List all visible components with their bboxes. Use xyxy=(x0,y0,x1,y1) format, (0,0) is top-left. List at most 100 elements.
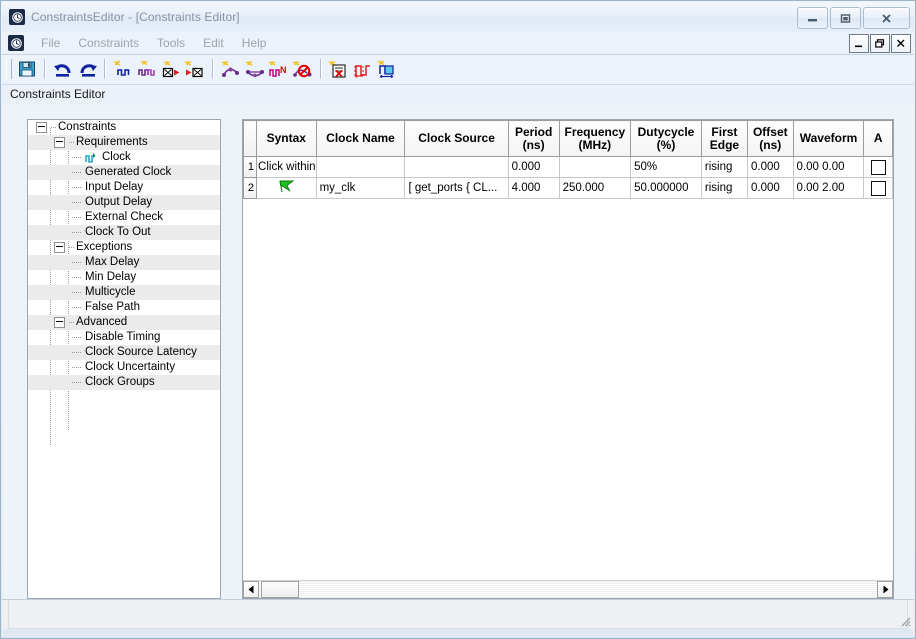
cell-clock-source[interactable]: [ get_ports { CL... xyxy=(405,178,508,199)
column-header-dutycycle[interactable]: Dutycycle(%) xyxy=(631,121,702,157)
cell-period[interactable]: 0.000 xyxy=(508,157,559,178)
tree-connector xyxy=(72,360,85,375)
cell-syntax[interactable] xyxy=(257,178,317,199)
cell-syntax[interactable]: Click within xyxy=(257,157,317,178)
cell-frequency[interactable] xyxy=(559,157,631,178)
tree-item-clock-uncertainty[interactable]: Clock Uncertainty xyxy=(28,360,220,375)
cell-offset[interactable]: 0.000 xyxy=(748,157,794,178)
set-clock-groups-button[interactable] xyxy=(375,57,399,81)
set-disable-timing-button[interactable] xyxy=(327,57,351,81)
cell-add-checkbox[interactable] xyxy=(864,157,893,178)
grid-corner-header[interactable] xyxy=(244,121,257,157)
column-header-period[interactable]: Period(ns) xyxy=(508,121,559,157)
create-clock-button[interactable] xyxy=(111,57,135,81)
cell-period[interactable]: 4.000 xyxy=(508,178,559,199)
set-input-delay-button[interactable] xyxy=(159,57,183,81)
clock-icon[interactable] xyxy=(8,35,24,51)
cell-offset[interactable]: 0.000 xyxy=(748,178,794,199)
col-unit: (MHz) xyxy=(579,138,612,152)
scrollbar-track[interactable] xyxy=(259,581,877,598)
tree-item-external-check[interactable]: External Check xyxy=(28,210,220,225)
set-multicycle-path-button[interactable]: N xyxy=(267,57,291,81)
tree-item-false-path[interactable]: False Path xyxy=(28,300,220,315)
cell-add-checkbox[interactable] xyxy=(864,178,893,199)
set-max-delay-button[interactable] xyxy=(219,57,243,81)
scroll-left-arrow[interactable] xyxy=(243,581,259,598)
checkbox-unchecked-icon[interactable] xyxy=(871,181,886,196)
tree-item-generated-clock[interactable]: Generated Clock xyxy=(28,165,220,180)
mdi-close-button[interactable] xyxy=(891,34,911,53)
tree-connector xyxy=(72,285,85,300)
column-header-first-edge[interactable]: FirstEdge xyxy=(701,121,747,157)
table-row[interactable]: 1Click within0.00050%rising0.0000.00 0.0… xyxy=(244,157,893,178)
cell-frequency[interactable]: 250.000 xyxy=(559,178,631,199)
tree-item-constraints[interactable]: Constraints xyxy=(28,120,220,135)
tree-item-max-delay[interactable]: Max Delay xyxy=(28,255,220,270)
resize-grip-icon[interactable] xyxy=(897,613,911,627)
tree-item-label: Max Delay xyxy=(85,255,139,270)
column-header-offset[interactable]: Offset(ns) xyxy=(748,121,794,157)
menu-item-help[interactable]: Help xyxy=(233,34,276,52)
cell-dutycycle[interactable]: 50% xyxy=(631,157,702,178)
menu-item-edit[interactable]: Edit xyxy=(194,34,233,52)
tree-expander-icon[interactable] xyxy=(54,242,65,253)
cell-first-edge[interactable]: rising xyxy=(701,157,747,178)
set-clock-uncertainty-button[interactable] xyxy=(351,57,375,81)
column-header-syntax[interactable]: Syntax xyxy=(257,121,317,157)
tree-item-advanced[interactable]: Advanced xyxy=(28,315,220,330)
tree-item-requirements[interactable]: Requirements xyxy=(28,135,220,150)
tree-item-label: Requirements xyxy=(76,135,148,150)
undo-button[interactable] xyxy=(51,57,75,81)
tree-item-input-delay[interactable]: Input Delay xyxy=(28,180,220,195)
mdi-minimize-button[interactable] xyxy=(849,34,869,53)
column-header-frequency[interactable]: Frequency(MHz) xyxy=(559,121,631,157)
minimize-button[interactable] xyxy=(797,7,828,29)
scroll-right-arrow[interactable] xyxy=(877,581,893,598)
tree-expander-icon[interactable] xyxy=(54,137,65,148)
set-output-delay-button[interactable] xyxy=(183,57,207,81)
tree-expander-icon[interactable] xyxy=(54,317,65,328)
tree-item-output-delay[interactable]: Output Delay xyxy=(28,195,220,210)
cell-waveform[interactable]: 0.00 2.00 xyxy=(793,178,864,199)
mdi-restore-button[interactable] xyxy=(870,34,890,53)
menu-item-tools[interactable]: Tools xyxy=(148,34,194,52)
row-header[interactable]: 2 xyxy=(244,178,257,199)
maximize-button[interactable] xyxy=(830,7,861,29)
tree-item-min-delay[interactable]: Min Delay xyxy=(28,270,220,285)
menu-item-file[interactable]: File xyxy=(32,34,69,52)
set-false-path-button[interactable] xyxy=(291,57,315,81)
cell-waveform[interactable]: 0.00 0.00 xyxy=(793,157,864,178)
tree-item-clock-groups[interactable]: Clock Groups xyxy=(28,375,220,390)
tree-expander-icon[interactable] xyxy=(36,122,47,133)
cell-dutycycle[interactable]: 50.000000 xyxy=(631,178,702,199)
create-generated-clock-button[interactable] xyxy=(135,57,159,81)
column-header-waveform[interactable]: Waveform xyxy=(793,121,864,157)
tree-item-label: Constraints xyxy=(58,120,116,135)
menu-item-constraints[interactable]: Constraints xyxy=(69,34,148,52)
cell-clock-source[interactable] xyxy=(405,157,508,178)
horizontal-scrollbar[interactable] xyxy=(243,580,893,598)
checkbox-unchecked-icon[interactable] xyxy=(871,160,886,175)
set-min-delay-button[interactable] xyxy=(243,57,267,81)
tree-item-label: Advanced xyxy=(76,315,127,330)
column-header-clock-name[interactable]: Clock Name xyxy=(316,121,405,157)
table-row[interactable]: 2 my_clk[ get_ports { CL...4.000250.00050… xyxy=(244,178,893,199)
scrollbar-thumb[interactable] xyxy=(261,581,299,598)
row-header[interactable]: 1 xyxy=(244,157,257,178)
column-header-add[interactable]: A xyxy=(864,121,893,157)
tree-item-clock-source-latency[interactable]: Clock Source Latency xyxy=(28,345,220,360)
close-button[interactable] xyxy=(863,7,910,29)
column-header-clock-source[interactable]: Clock Source xyxy=(405,121,508,157)
cell-clock-name[interactable]: my_clk xyxy=(316,178,405,199)
constraints-tree[interactable]: ConstraintsRequirementsClockGenerated Cl… xyxy=(27,119,221,599)
tree-item-exceptions[interactable]: Exceptions xyxy=(28,240,220,255)
save-button[interactable] xyxy=(15,57,39,81)
tree-item-multicycle[interactable]: Multicycle xyxy=(28,285,220,300)
redo-button[interactable] xyxy=(75,57,99,81)
cell-clock-name[interactable] xyxy=(316,157,405,178)
tree-item-clock-to-out[interactable]: Clock To Out xyxy=(28,225,220,240)
tree-item-disable-timing[interactable]: Disable Timing xyxy=(28,330,220,345)
cell-first-edge[interactable]: rising xyxy=(701,178,747,199)
toolbar-grip[interactable] xyxy=(6,59,12,79)
tree-item-clock[interactable]: Clock xyxy=(28,150,220,165)
